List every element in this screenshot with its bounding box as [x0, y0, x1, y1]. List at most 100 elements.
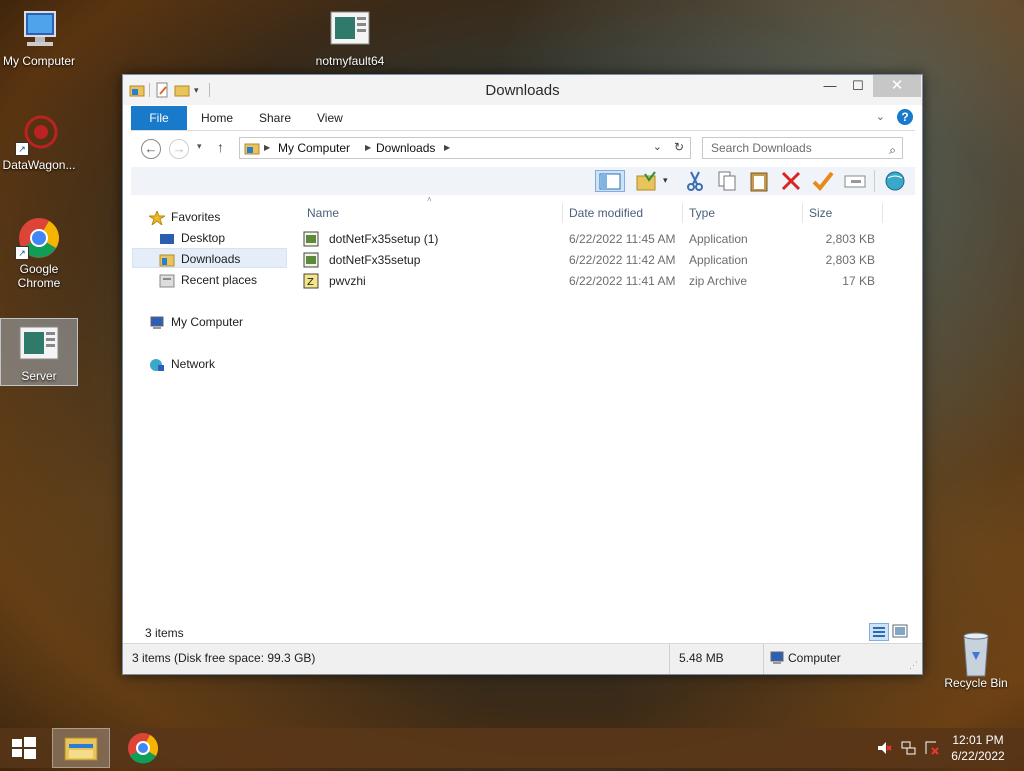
computer-icon	[769, 651, 785, 668]
desktop-icon-label: My Computer	[2, 54, 76, 68]
copy-icon[interactable]	[715, 170, 739, 192]
taskbar: 12:01 PM 6/22/2022	[0, 728, 1024, 768]
desktop-icon-recycle-bin[interactable]: Recycle Bin	[938, 630, 1014, 690]
nav-my-computer[interactable]: My Computer	[149, 312, 243, 332]
preview-pane-button[interactable]	[595, 170, 625, 192]
navigation-bar: ← → ▾ ↑ ▶ My Computer ▶ Downloads ▶ ⌄ ↻ …	[131, 131, 915, 167]
navigation-pane: Favorites Desktop Downloads Recent place…	[131, 195, 291, 619]
file-row[interactable]: dotNetFx35setup 6/22/2022 11:42 AM Appli…	[293, 250, 913, 270]
start-button[interactable]	[0, 728, 48, 768]
svg-text:Z: Z	[307, 277, 314, 288]
chevron-down-icon[interactable]: ▾	[663, 175, 668, 186]
explorer-window[interactable]: ▾ Downloads — ☐ ✕ File Home Share View ⌄…	[122, 74, 923, 675]
file-size: 17 KB	[842, 274, 875, 288]
desktop-icon-label: Google Chrome	[17, 262, 61, 290]
up-arrow-icon[interactable]: ↑	[217, 139, 224, 155]
command-toolbar: ▾	[131, 167, 915, 195]
taskbar-google-chrome[interactable]	[114, 728, 172, 768]
paste-icon[interactable]	[747, 170, 771, 192]
nav-desktop-label: Desktop	[181, 231, 226, 245]
desktop-icon-label: notmyfault64	[315, 54, 385, 68]
nav-network[interactable]: Network	[149, 354, 215, 374]
expand-ribbon-icon[interactable]: ⌄	[876, 110, 885, 123]
column-header-name[interactable]: Name	[301, 203, 563, 223]
tab-share[interactable]: Share	[249, 106, 301, 130]
nav-recent-places[interactable]: Recent places	[159, 270, 257, 290]
desktop-icon-google-chrome[interactable]: ↗ Google Chrome	[1, 216, 77, 290]
window-title: Downloads	[485, 82, 560, 99]
cut-icon[interactable]	[683, 170, 707, 192]
desktop-icon-datawagon[interactable]: ↗ DataWagon...	[1, 112, 77, 172]
globe-icon[interactable]	[883, 170, 907, 192]
folder-icon	[244, 140, 260, 159]
setup-application-icon	[303, 231, 319, 247]
volume-muted-icon[interactable]	[876, 740, 892, 759]
maximize-button[interactable]: ☐	[844, 75, 872, 97]
desktop-icon-notmyfault64[interactable]: notmyfault64	[312, 8, 388, 68]
items-status-line: 3 items	[131, 621, 915, 643]
address-bar[interactable]: ▶ My Computer ▶ Downloads ▶ ⌄ ↻	[239, 137, 691, 159]
resize-grip-icon[interactable]: ⋰	[909, 660, 918, 671]
breadcrumb-separator-icon[interactable]: ▶	[444, 143, 450, 152]
clock-time[interactable]: 12:01 PM	[948, 733, 1008, 747]
system-tray: 12:01 PM 6/22/2022	[864, 728, 1024, 768]
items-count: 3 items	[145, 626, 184, 640]
breadcrumb-separator-icon[interactable]: ▶	[264, 143, 270, 152]
nav-favorites-label: Favorites	[171, 210, 221, 224]
tab-file[interactable]: File	[131, 106, 187, 130]
tab-view[interactable]: View	[307, 106, 353, 130]
large-icons-view-icon[interactable]	[891, 623, 911, 641]
rename-check-icon[interactable]	[811, 170, 835, 192]
status-size: 5.48 MB	[679, 651, 724, 665]
back-button[interactable]: ←	[141, 139, 161, 159]
forward-button[interactable]: →	[169, 139, 189, 159]
file-name: dotNetFx35setup (1)	[329, 232, 439, 246]
taskbar-file-explorer[interactable]	[52, 728, 110, 768]
column-header-size[interactable]: Size	[803, 203, 883, 223]
application-icon	[15, 323, 63, 367]
chevron-down-icon[interactable]: ⌄	[653, 140, 662, 153]
tab-home[interactable]: Home	[191, 106, 243, 130]
file-size: 2,803 KB	[825, 253, 875, 267]
ribbon-tabs: File Home Share View ⌄ ?	[131, 106, 915, 131]
status-bar: 3 items (Disk free space: 99.3 GB) 5.48 …	[123, 643, 922, 674]
breadcrumb-my-computer[interactable]: My Computer	[278, 141, 350, 155]
file-row[interactable]: Z pwvzhi 6/22/2022 11:41 AM zip Archive …	[293, 271, 913, 291]
details-view-icon[interactable]	[869, 623, 889, 641]
recent-locations-icon[interactable]: ▾	[197, 141, 202, 152]
breadcrumb-separator-icon[interactable]: ▶	[365, 143, 371, 152]
nav-favorites[interactable]: Favorites	[147, 207, 221, 227]
nav-downloads[interactable]: Downloads	[132, 248, 287, 268]
title-bar[interactable]: ▾ Downloads — ☐ ✕	[123, 75, 922, 105]
desktop-icon-label: DataWagon...	[2, 158, 76, 172]
column-header-date-modified[interactable]: Date modified	[563, 203, 683, 223]
status-divider	[669, 644, 670, 674]
search-input[interactable]: Search Downloads ⌕	[702, 137, 903, 159]
application-icon	[326, 8, 374, 52]
minimize-button[interactable]: —	[816, 75, 844, 97]
clock-date[interactable]: 6/22/2022	[948, 749, 1008, 763]
nav-desktop[interactable]: Desktop	[159, 228, 225, 248]
desktop-icon-my-computer[interactable]: My Computer	[1, 8, 77, 68]
column-header-type[interactable]: Type	[683, 203, 803, 223]
zip-archive-icon: Z	[303, 273, 319, 289]
help-icon[interactable]: ?	[897, 109, 913, 125]
nav-recent-places-label: Recent places	[181, 273, 258, 287]
properties-folder-icon[interactable]	[635, 170, 659, 192]
file-type: Application	[689, 253, 748, 267]
file-date: 6/22/2022 11:41 AM	[569, 274, 676, 288]
network-status-icon[interactable]	[900, 740, 916, 759]
datawagon-icon: ↗	[15, 112, 63, 156]
breadcrumb-downloads[interactable]: Downloads	[376, 141, 435, 155]
refresh-icon[interactable]: ↻	[674, 140, 684, 154]
computer-icon	[15, 8, 63, 52]
select-all-icon[interactable]	[843, 170, 867, 192]
delete-icon[interactable]	[779, 170, 803, 192]
close-button[interactable]: ✕	[873, 75, 921, 97]
action-center-icon[interactable]	[924, 740, 940, 759]
file-date: 6/22/2022 11:42 AM	[569, 253, 676, 267]
file-row[interactable]: dotNetFx35setup (1) 6/22/2022 11:45 AM A…	[293, 229, 913, 249]
recent-places-icon	[159, 274, 175, 288]
file-date: 6/22/2022 11:45 AM	[569, 232, 676, 246]
desktop-icon-server[interactable]: Server	[0, 318, 78, 386]
